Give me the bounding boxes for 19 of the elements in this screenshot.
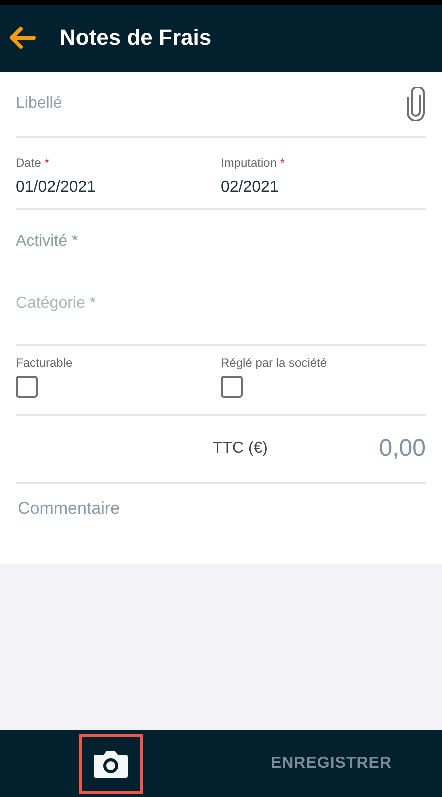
checkbox[interactable] bbox=[221, 376, 243, 398]
save-button[interactable]: ENREGISTRER bbox=[264, 750, 398, 776]
checkbox-label: Facturable bbox=[16, 355, 74, 372]
camera-icon bbox=[92, 748, 128, 778]
select-field[interactable]: Activité * bbox=[16, 230, 426, 254]
back-button[interactable] bbox=[8, 26, 36, 51]
amount-field[interactable]: 0,00 bbox=[316, 431, 426, 467]
label-field[interactable]: Libellé bbox=[16, 92, 406, 116]
field-label: Date * bbox=[16, 155, 50, 172]
attachment-icon[interactable] bbox=[406, 87, 426, 121]
screen-title: Notes de Frais bbox=[60, 25, 212, 52]
camera-button[interactable] bbox=[78, 734, 142, 794]
field-label: Imputation * bbox=[221, 155, 286, 172]
checkbox-label: Réglé par la société bbox=[221, 355, 328, 372]
amount-label: TTC (€) bbox=[212, 440, 268, 457]
comment-field[interactable]: Commentaire bbox=[16, 496, 426, 556]
checkbox[interactable] bbox=[16, 376, 38, 398]
date-value[interactable]: 01/02/2021 bbox=[16, 176, 221, 200]
date-value[interactable]: 02/2021 bbox=[221, 176, 426, 200]
